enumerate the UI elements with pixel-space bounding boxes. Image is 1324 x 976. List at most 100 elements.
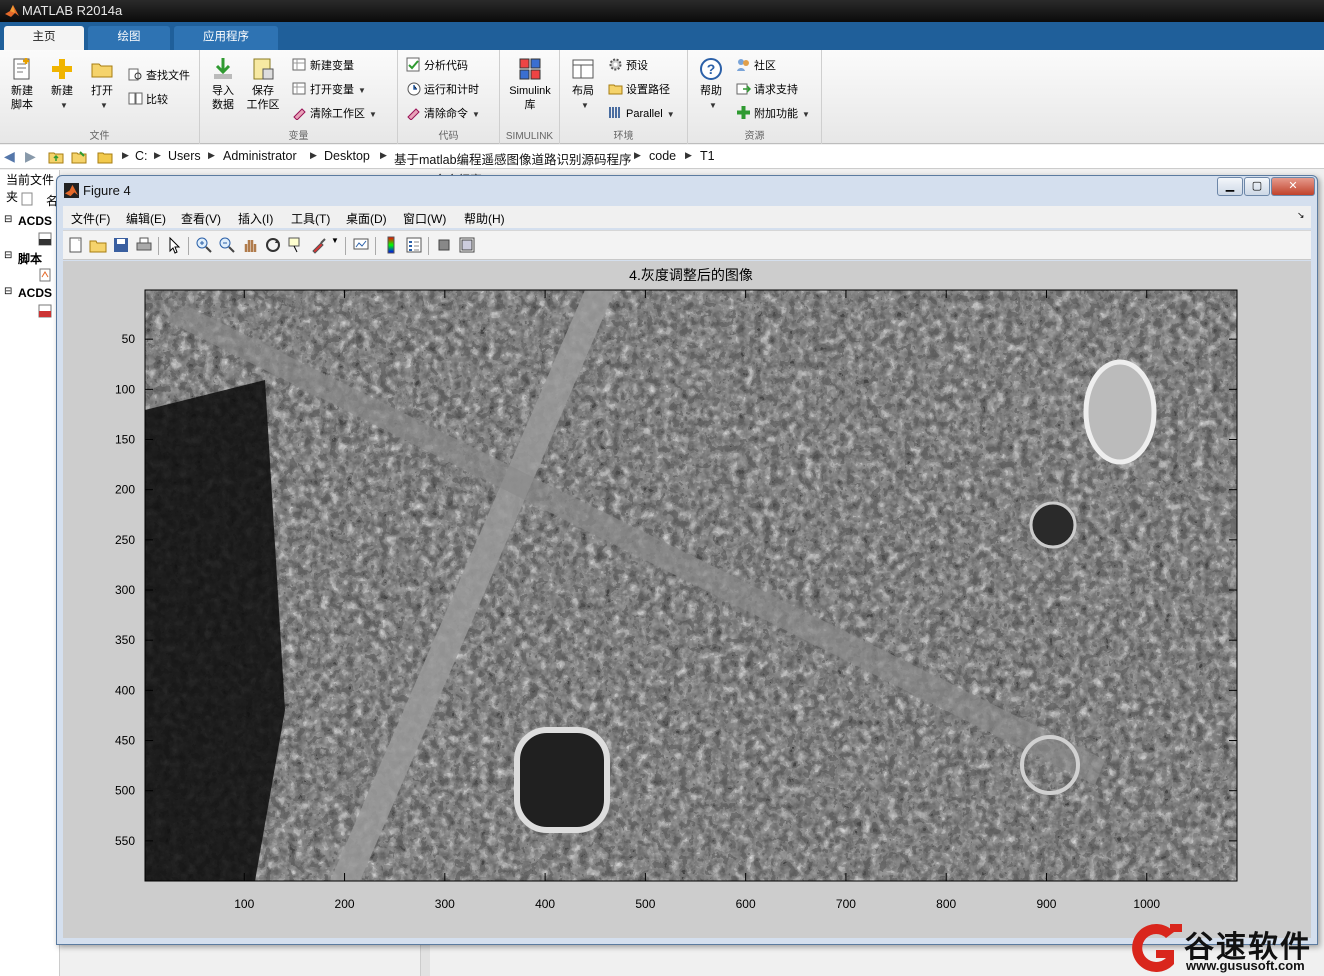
x-tick-label: 400 — [535, 897, 555, 911]
collapse-icon[interactable]: ⊟ — [4, 286, 12, 297]
link-icon[interactable] — [352, 236, 370, 254]
crumb-users[interactable]: Users — [168, 149, 201, 163]
watermark-url: www.gususoft.com — [1186, 958, 1305, 973]
crumb-t1[interactable]: T1 — [700, 149, 715, 163]
open-variable-button[interactable]: 打开变量 ▼ — [292, 80, 366, 100]
simulink-library-button[interactable]: Simulink 库 — [503, 56, 557, 112]
group-code: 分析代码 运行和计时 清除命令 ▼ 代码 — [398, 50, 500, 144]
group-resources: ? 帮助 ▼ 社区 请求支持 附加功能 ▼ 资源 — [688, 50, 822, 144]
hide-plot-tools-icon[interactable] — [435, 236, 453, 254]
collapse-icon[interactable]: ⊟ — [4, 250, 12, 261]
x-tick-label: 900 — [1036, 897, 1056, 911]
compare-icon — [128, 92, 143, 105]
zoom-out-icon[interactable] — [218, 236, 236, 254]
zoom-in-icon[interactable] — [195, 236, 213, 254]
brush-icon[interactable] — [310, 236, 328, 254]
request-support-button[interactable]: 请求支持 — [736, 80, 798, 100]
menu-view[interactable]: 查看(V) — [181, 210, 221, 227]
compare-label: 比较 — [146, 94, 168, 106]
matlab-title-bar: MATLAB R2014a — [0, 0, 1324, 22]
group-variable: 导入 数据 保存 工作区 新建变量 打开变量 ▼ 清除工作区 ▼ 变量 — [200, 50, 398, 144]
save-workspace-button[interactable]: 保存 工作区 — [244, 56, 282, 112]
collapse-icon[interactable]: ⊟ — [4, 214, 12, 225]
crumb-drive[interactable]: C: — [135, 149, 148, 163]
rotate-icon[interactable] — [264, 236, 282, 254]
close-button[interactable]: ✕ — [1271, 177, 1315, 196]
open-label: 打开 — [91, 85, 113, 97]
menu-help[interactable]: 帮助(H) — [464, 210, 505, 227]
compare-button[interactable]: 比较 — [128, 90, 168, 110]
colorbar-icon[interactable] — [382, 236, 400, 254]
crumb-project-folder[interactable]: 基于matlab编程遥感图像道路识别源码程序 — [394, 149, 632, 168]
clear-workspace-icon — [293, 108, 306, 120]
folder-row[interactable]: ACDS — [18, 214, 52, 228]
find-files-label: 查找文件 — [146, 70, 190, 82]
clear-workspace-button[interactable]: 清除工作区 ▼ — [292, 104, 377, 124]
up-folder-icon[interactable] — [48, 149, 64, 165]
menu-window[interactable]: 窗口(W) — [403, 210, 446, 227]
tab-home[interactable]: 主页 — [4, 26, 84, 50]
maximize-button[interactable]: ▢ — [1244, 177, 1270, 196]
layout-button[interactable]: 布局 ▼ — [564, 56, 602, 113]
analyze-code-icon — [406, 57, 420, 72]
dock-arrow-icon[interactable]: ↘ — [1297, 210, 1305, 221]
menu-desktop[interactable]: 桌面(D) — [346, 210, 387, 227]
data-cursor-icon[interactable] — [287, 236, 305, 254]
image-axes[interactable]: 100 200 300 400 500 600 700 800 900 1000 50 100 150 2… — [63, 261, 1311, 938]
menu-file[interactable]: 文件(F) — [71, 210, 110, 227]
svg-text:?: ? — [707, 61, 716, 77]
y-tick-label: 100 — [115, 382, 135, 396]
find-files-button[interactable]: 查找文件 — [128, 66, 190, 86]
set-path-button[interactable]: 设置路径 — [608, 80, 670, 100]
parallel-button[interactable]: Parallel ▼ — [608, 104, 675, 124]
new-script-button[interactable]: 新建 脚本 — [3, 56, 41, 112]
new-figure-icon[interactable] — [67, 236, 85, 254]
open-icon[interactable] — [89, 236, 107, 254]
new-variable-button[interactable]: 新建变量 — [292, 56, 354, 76]
folder-row[interactable]: ACDS — [18, 286, 52, 300]
tab-apps[interactable]: 应用程序 — [174, 26, 278, 50]
crumb-desktop[interactable]: Desktop — [324, 149, 370, 163]
add-ons-icon — [737, 106, 750, 119]
crumb-administrator[interactable]: Administrator — [223, 149, 297, 163]
matlab-logo-icon — [5, 5, 19, 17]
print-icon[interactable] — [135, 236, 153, 254]
clear-workspace-label: 清除工作区 — [310, 108, 365, 120]
forward-arrow-icon[interactable]: ▶ — [25, 148, 36, 165]
clear-commands-button[interactable]: 清除命令 ▼ — [406, 104, 480, 124]
open-variable-icon — [292, 82, 306, 95]
run-and-time-button[interactable]: 运行和计时 — [406, 80, 479, 100]
current-folder-address-bar[interactable]: ◀ ▶ ▶ C: ▶ Users ▶ Administrator ▶ Deskt… — [0, 145, 1324, 169]
menu-insert[interactable]: 插入(I) — [238, 210, 273, 227]
back-arrow-icon[interactable]: ◀ — [4, 148, 15, 165]
app-title: MATLAB R2014a — [22, 3, 123, 18]
analyze-code-button[interactable]: 分析代码 — [406, 56, 468, 76]
figure-menu-bar: 文件(F) 编辑(E) 查看(V) 插入(I) 工具(T) 桌面(D) 窗口(W… — [63, 206, 1311, 228]
preferences-button[interactable]: 预设 — [608, 56, 648, 76]
x-tick-label: 200 — [335, 897, 355, 911]
y-tick-label: 150 — [115, 433, 135, 447]
pan-icon[interactable] — [241, 236, 259, 254]
add-ons-button[interactable]: 附加功能 ▼ — [736, 104, 810, 124]
new-script-icon — [13, 58, 30, 80]
community-button[interactable]: 社区 — [736, 56, 776, 76]
minimize-button[interactable]: ▁ — [1217, 177, 1243, 196]
brush-dropdown-icon[interactable]: ▼ — [331, 236, 339, 245]
menu-edit[interactable]: 编辑(E) — [126, 210, 166, 227]
tab-plots[interactable]: 绘图 — [88, 26, 170, 50]
legend-icon[interactable] — [405, 236, 423, 254]
import-data-button[interactable]: 导入 数据 — [204, 56, 242, 112]
ribbon-toolstrip: 新建 脚本 新建 ▼ 打开 ▼ 查找文件 比较 文件 导入 数据 保存 工作区 新建… — [0, 50, 1324, 144]
show-plot-tools-icon[interactable] — [458, 236, 476, 254]
crumb-code[interactable]: code — [649, 149, 676, 163]
menu-tools[interactable]: 工具(T) — [291, 210, 330, 227]
save-icon[interactable] — [112, 236, 130, 254]
pointer-icon[interactable] — [165, 236, 183, 254]
set-path-label: 设置路径 — [626, 84, 670, 96]
open-button[interactable]: 打开 ▼ — [83, 56, 121, 113]
folder-row[interactable]: 脚本 — [18, 250, 42, 267]
preferences-label: 预设 — [626, 60, 648, 72]
help-button[interactable]: ? 帮助 ▼ — [692, 56, 730, 113]
new-button[interactable]: 新建 ▼ — [43, 56, 81, 113]
browse-folder-icon[interactable] — [71, 149, 87, 165]
